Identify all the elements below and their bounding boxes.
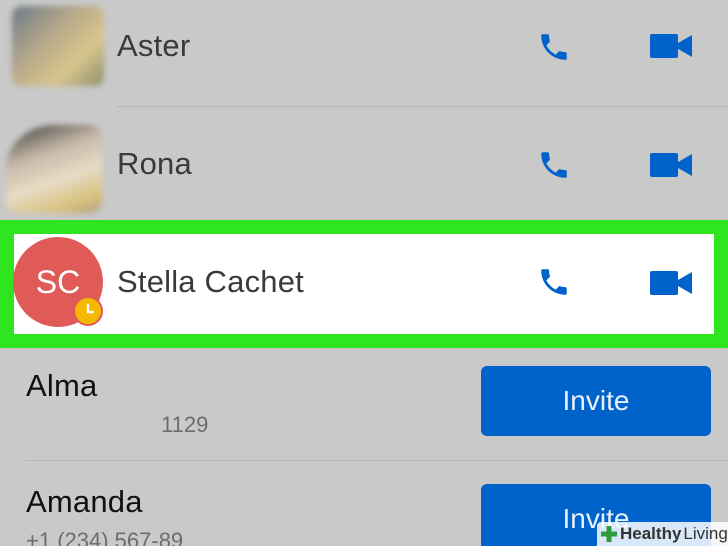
contact-name: Stella Cachet	[117, 264, 304, 299]
invite-detail: +1 (234) 567-89	[26, 528, 184, 546]
watermark: Healthy Living	[597, 522, 728, 546]
contact-row-aster[interactable]: Aster	[0, 0, 728, 106]
phone-icon[interactable]	[537, 148, 571, 182]
contact-name: Rona	[117, 146, 192, 181]
contact-name: Aster	[117, 28, 191, 63]
invite-button[interactable]: Invite	[481, 366, 711, 436]
phone-icon[interactable]	[537, 30, 571, 64]
highlight-frame	[0, 220, 728, 348]
avatar	[6, 125, 102, 213]
invite-name: Amanda	[26, 484, 143, 519]
video-camera-icon[interactable]	[650, 153, 692, 177]
watermark-suffix: Living	[683, 524, 728, 543]
video-camera-icon[interactable]	[650, 34, 692, 58]
clock-icon	[73, 296, 103, 326]
phone-icon[interactable]	[537, 265, 571, 299]
video-camera-icon[interactable]	[650, 271, 692, 295]
plus-icon	[601, 526, 617, 542]
invite-row-alma: Alma 1129 Invite	[0, 348, 728, 459]
invite-name: Alma	[26, 368, 98, 403]
contact-row-rona[interactable]: Rona	[0, 107, 728, 220]
avatar	[12, 6, 104, 86]
watermark-brand: Healthy	[620, 524, 682, 543]
invite-detail: 1129	[161, 412, 209, 437]
